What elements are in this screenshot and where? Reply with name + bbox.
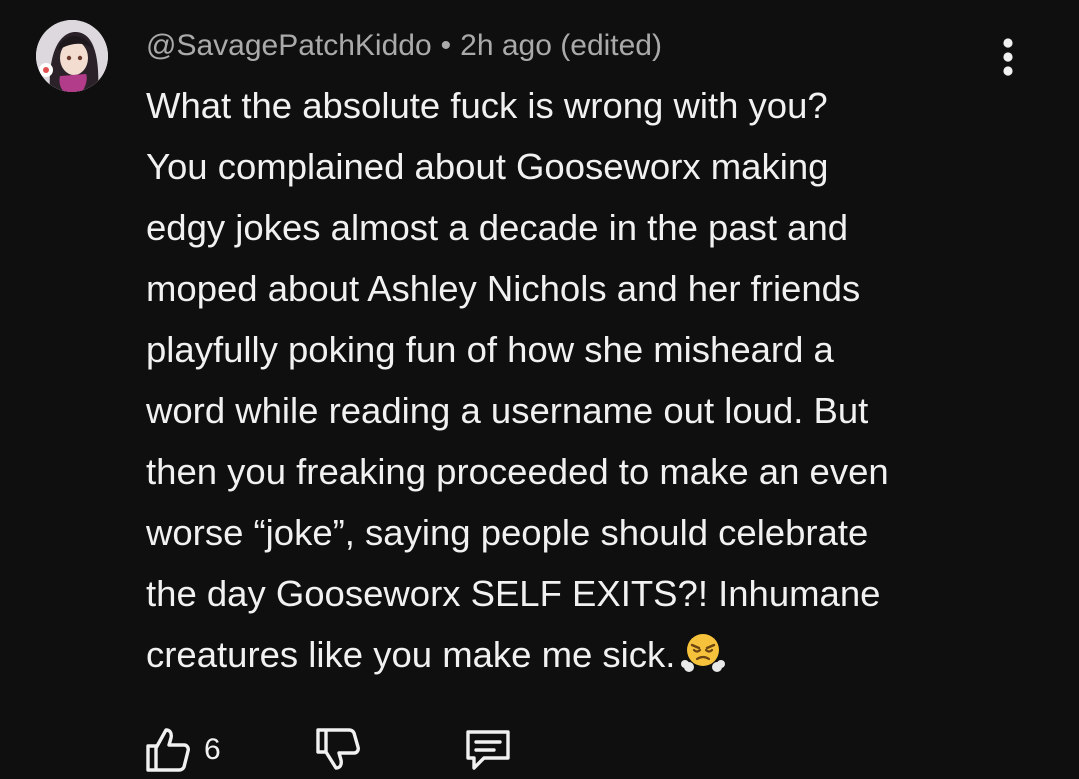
thumbs-up-icon[interactable] xyxy=(144,726,192,779)
comment-line: word while reading a username out loud. … xyxy=(146,390,869,431)
comment-line: creatures like you make me sick. xyxy=(146,634,676,675)
comment-line: worse “joke”, saying people should celeb… xyxy=(146,512,869,553)
comment-line: playfully poking fun of how she misheard… xyxy=(146,329,834,370)
avatar[interactable] xyxy=(36,20,108,92)
comment-line: You complained about Gooseworx making xyxy=(146,146,829,187)
comment-meta: @SavagePatchKiddo • 2h ago (edited) xyxy=(146,26,662,66)
thumbs-down-icon[interactable] xyxy=(314,726,362,779)
face-with-steam-from-nose-icon xyxy=(681,630,726,674)
meta-separator: • xyxy=(440,29,452,62)
comment-line: the day Gooseworx SELF EXITS?! Inhumane xyxy=(146,573,881,614)
comment-text: What the absolute fuck is wrong with you… xyxy=(146,75,1026,685)
comment-line: What the absolute fuck is wrong with you… xyxy=(146,85,828,126)
like-count: 6 xyxy=(204,733,221,766)
comment-icon[interactable] xyxy=(462,726,514,779)
more-options-icon[interactable] xyxy=(990,36,1026,80)
comment-last-line: creatures like you make me sick. xyxy=(146,624,1026,685)
author-name[interactable]: @SavagePatchKiddo xyxy=(146,29,432,62)
comment-timestamp[interactable]: 2h ago (edited) xyxy=(460,29,662,62)
comment-line: moped about Ashley Nichols and her frien… xyxy=(146,268,861,309)
avatar-image xyxy=(36,20,108,92)
comment-line: edgy jokes almost a decade in the past a… xyxy=(146,207,849,248)
comment-line: then you freaking proceeded to make an e… xyxy=(146,451,889,492)
